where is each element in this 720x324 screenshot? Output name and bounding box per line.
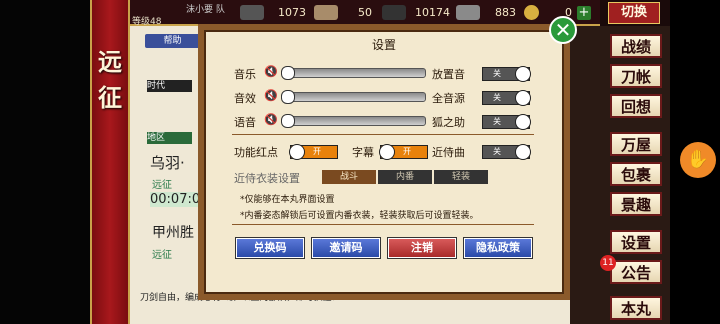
player-name: 沫小要 队	[186, 5, 225, 15]
red-dot-label: 功能红点	[234, 146, 278, 159]
redeem-code-button[interactable]: 兑换码	[236, 238, 304, 258]
menu-shop[interactable]: 万屋	[610, 132, 662, 156]
steel-icon	[314, 5, 338, 20]
help-button[interactable]: 帮助	[145, 34, 200, 48]
resource-whetstone: 883	[456, 4, 516, 22]
idle-voice-toggle[interactable]: 关	[482, 66, 531, 82]
costume-label: 近侍衣装设置	[234, 172, 300, 185]
menu-records[interactable]: 战绩	[610, 34, 662, 58]
bgm-label: 音乐	[234, 68, 256, 81]
assist-hand-icon[interactable]: ✋	[680, 142, 716, 178]
fox-help-toggle[interactable]: 关	[482, 114, 531, 130]
privacy-policy-button[interactable]: 隐私政策	[464, 238, 532, 258]
switch-button[interactable]: 切换	[608, 2, 660, 24]
speaker-muted-icon[interactable]: 🔇	[264, 90, 278, 102]
whetstone-icon	[456, 5, 480, 20]
koban-gold-icon	[524, 5, 539, 20]
menu-settings[interactable]: 设置	[610, 230, 662, 254]
voice-label: 语音	[234, 116, 256, 129]
all-sound-label: 全音源	[432, 92, 465, 105]
idle-voice-label: 放置音	[432, 68, 465, 81]
cooling-material-icon	[382, 5, 406, 20]
menu-sword-list[interactable]: 刀帐	[610, 64, 662, 88]
divider	[232, 134, 534, 135]
red-dot-toggle[interactable]: 开	[289, 144, 338, 160]
resource-cooling: 10174	[382, 4, 450, 22]
banner-char-2: 征	[98, 83, 122, 112]
dialog-title: 设置	[371, 38, 396, 52]
note-costume-unlock: *内番姿态解锁后可设置内番衣装，轻装获取后可设置轻装。	[240, 211, 479, 221]
menu-citadel[interactable]: 本丸	[610, 296, 662, 320]
menu-scenery[interactable]: 景趣	[610, 192, 662, 216]
close-icon[interactable]: ✕	[549, 16, 577, 44]
settings-dialog: 设置 音乐 🔇 音效 🔇 语音 🔇 放置音 关 全音源 关 狐之助 关 功能红点…	[198, 24, 570, 300]
fox-help-label: 狐之助	[432, 116, 465, 129]
menu-notice[interactable]: 公告	[610, 260, 662, 284]
expedition-banner: 远 征	[90, 0, 130, 324]
invite-code-button[interactable]: 邀请码	[312, 238, 380, 258]
costume-internal-option[interactable]: 内番	[378, 170, 432, 184]
subtitle-toggle[interactable]: 开	[379, 144, 428, 160]
logout-button[interactable]: 注销	[388, 238, 456, 258]
resource-charcoal: 1073	[240, 4, 306, 22]
left-dark-strip	[0, 0, 90, 324]
divider	[232, 224, 534, 225]
banner-char-1: 远	[98, 47, 122, 76]
area1-expedition-tag: 远征	[152, 180, 172, 191]
se-slider[interactable]	[281, 90, 426, 104]
area1-timer: 00:07:0	[150, 192, 201, 207]
speaker-muted-icon[interactable]: 🔇	[264, 114, 278, 126]
attendant-song-toggle[interactable]: 关	[482, 144, 531, 160]
speaker-muted-icon[interactable]: 🔇	[264, 66, 278, 78]
area2-name[interactable]: 甲州胜	[152, 222, 194, 242]
note-citadel-only: *仅能够在本丸界面设置	[240, 195, 335, 205]
notice-count-badge: 11	[600, 255, 616, 271]
charcoal-icon	[240, 5, 264, 20]
voice-slider[interactable]	[281, 114, 426, 128]
menu-bag[interactable]: 包裹	[610, 162, 662, 186]
area1-name[interactable]: 乌羽·	[150, 152, 185, 173]
resource-steel: 50	[314, 4, 372, 22]
add-koban-button[interactable]: +	[577, 6, 591, 20]
area2-expedition-tag: 远征	[152, 250, 172, 261]
menu-memories[interactable]: 回想	[610, 94, 662, 118]
bgm-slider[interactable]	[281, 66, 426, 80]
costume-battle-option[interactable]: 战斗	[322, 170, 376, 184]
subtitle-label: 字幕	[352, 146, 374, 159]
costume-light-option[interactable]: 轻装	[434, 170, 488, 184]
all-sound-toggle[interactable]: 关	[482, 90, 531, 106]
era-label: 时代	[147, 80, 192, 92]
area-label: 地区	[147, 132, 192, 144]
se-label: 音效	[234, 92, 256, 105]
attendant-song-label: 近侍曲	[432, 146, 465, 159]
